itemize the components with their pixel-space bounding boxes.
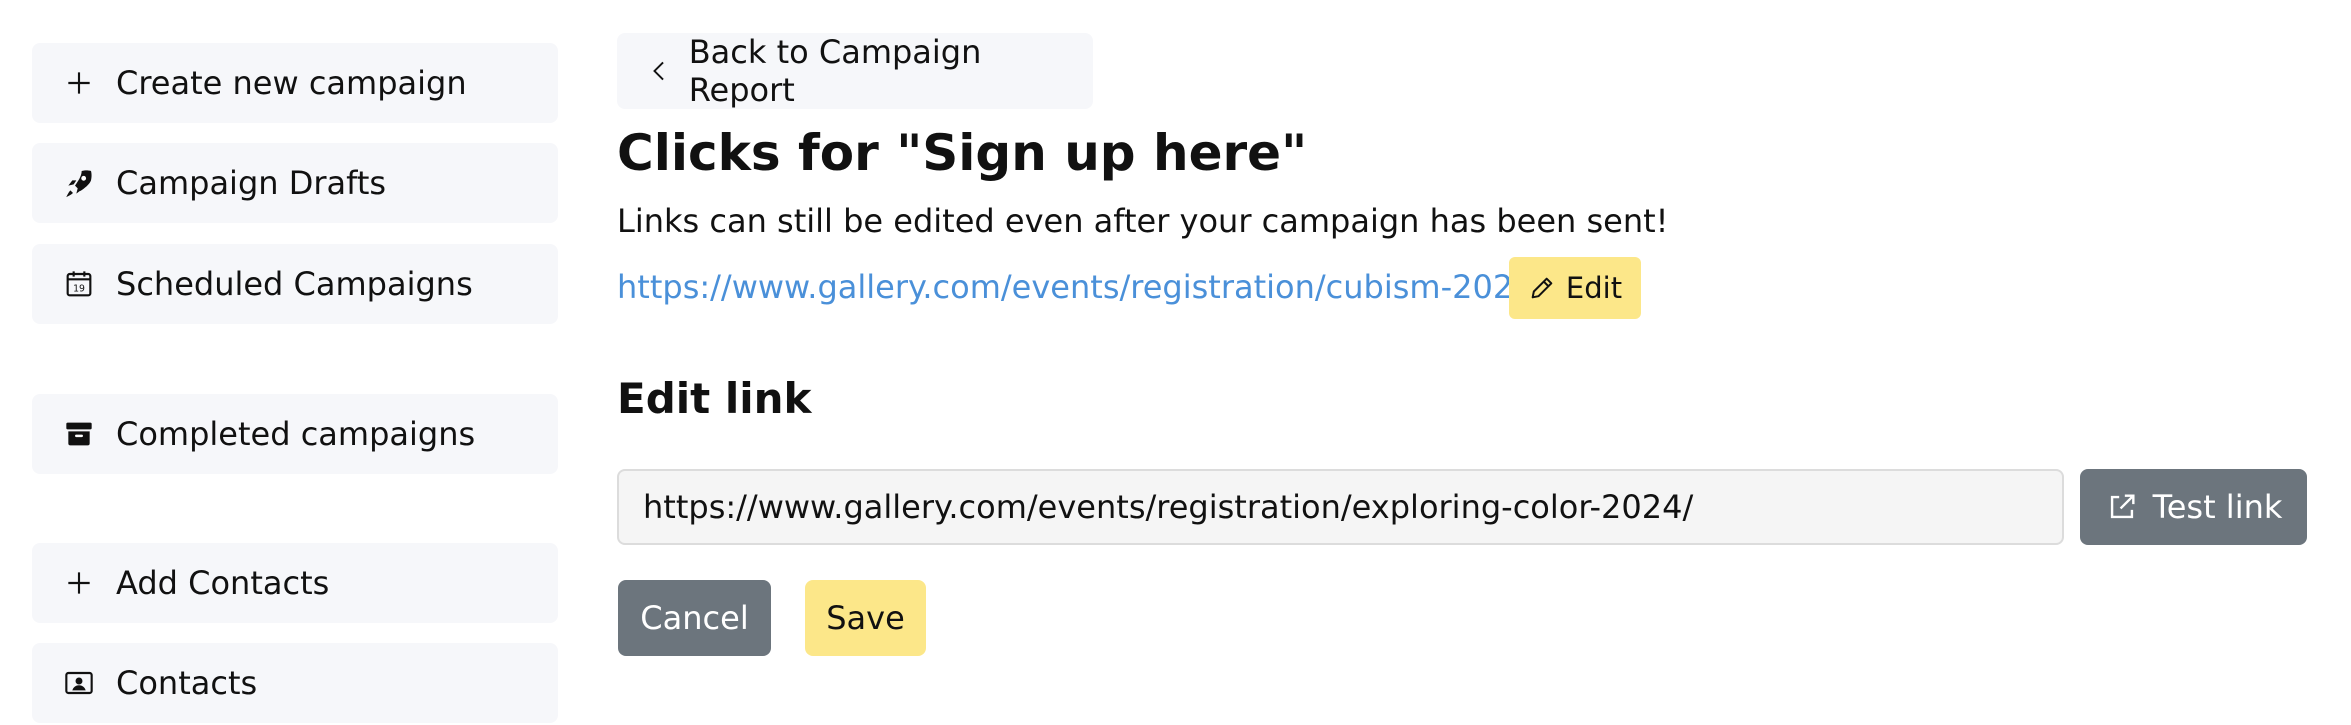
nav-add-contacts[interactable]: Add Contacts <box>32 543 558 623</box>
plus-icon <box>62 566 96 600</box>
edit-link-button[interactable]: Edit <box>1509 257 1641 319</box>
nav-item-label: Create new campaign <box>116 64 467 102</box>
page-subtitle: Links can still be edited even after you… <box>617 202 1669 240</box>
nav-contacts[interactable]: Contacts <box>32 643 558 723</box>
svg-text:19: 19 <box>73 283 85 294</box>
nav-item-label: Completed campaigns <box>116 415 476 453</box>
test-link-label: Test link <box>2152 488 2283 526</box>
edit-link-input[interactable] <box>617 469 2064 545</box>
plus-icon <box>62 66 96 100</box>
calendar-icon: 19 <box>62 267 96 301</box>
back-to-report-button[interactable]: Back to Campaign Report <box>617 33 1093 109</box>
nav-campaign-drafts[interactable]: Campaign Drafts <box>32 143 558 223</box>
nav-item-label: Add Contacts <box>116 564 330 602</box>
save-button[interactable]: Save <box>805 580 926 656</box>
external-link-icon <box>2110 494 2135 519</box>
chevron-left-icon <box>653 61 664 81</box>
nav-item-label: Campaign Drafts <box>116 164 387 202</box>
nav-item-label: Scheduled Campaigns <box>116 265 473 303</box>
back-button-label: Back to Campaign Report <box>688 33 982 109</box>
edit-button-label: Edit <box>1565 271 1623 305</box>
rocket-icon <box>62 166 96 200</box>
test-link-button[interactable]: Test link <box>2080 469 2307 545</box>
archive-icon <box>62 417 96 451</box>
page-title: Clicks for "Sign up here" <box>617 124 1308 182</box>
nav-item-label: Contacts <box>116 664 258 702</box>
edit-link-heading: Edit link <box>617 374 812 423</box>
nav-create-campaign[interactable]: Create new campaign <box>32 43 558 123</box>
cancel-button[interactable]: Cancel <box>618 580 771 656</box>
pencil-icon <box>1531 277 1553 299</box>
nav-completed-campaigns[interactable]: Completed campaigns <box>32 394 558 474</box>
contact-card-icon <box>62 666 96 700</box>
current-link[interactable]: https://www.gallery.com/events/registrat… <box>617 268 1544 306</box>
nav-scheduled-campaigns[interactable]: 19 Scheduled Campaigns <box>32 244 558 324</box>
